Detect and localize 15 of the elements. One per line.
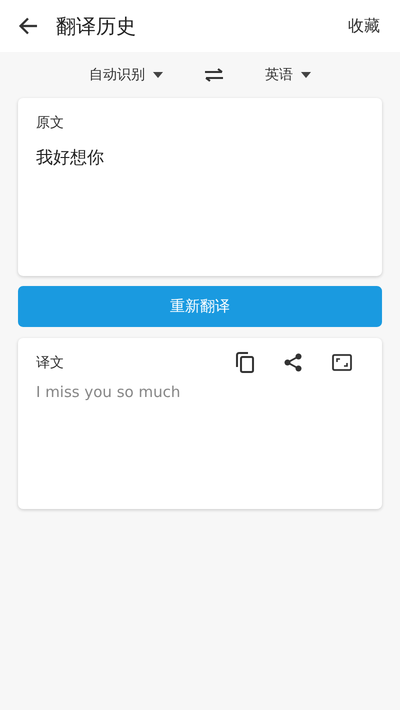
source-text: 我好想你 — [36, 147, 105, 169]
result-label: 译文 — [36, 354, 64, 372]
caret-icon — [301, 72, 311, 78]
back-icon[interactable] — [18, 17, 38, 35]
source-language-dropdown[interactable]: 自动识别 — [85, 62, 167, 88]
copy-icon[interactable] — [236, 352, 254, 373]
source-label: 原文 — [36, 114, 65, 132]
target-language-dropdown[interactable]: 英语 — [261, 62, 315, 88]
caret-icon — [153, 72, 163, 78]
fullscreen-icon[interactable] — [332, 354, 352, 371]
favorites-link[interactable]: 收藏 — [348, 16, 380, 36]
share-icon[interactable] — [284, 353, 302, 372]
translated-text: I miss you so much — [36, 383, 182, 401]
swap-icon[interactable] — [203, 68, 225, 82]
page-title: 翻译历史 — [56, 12, 137, 40]
